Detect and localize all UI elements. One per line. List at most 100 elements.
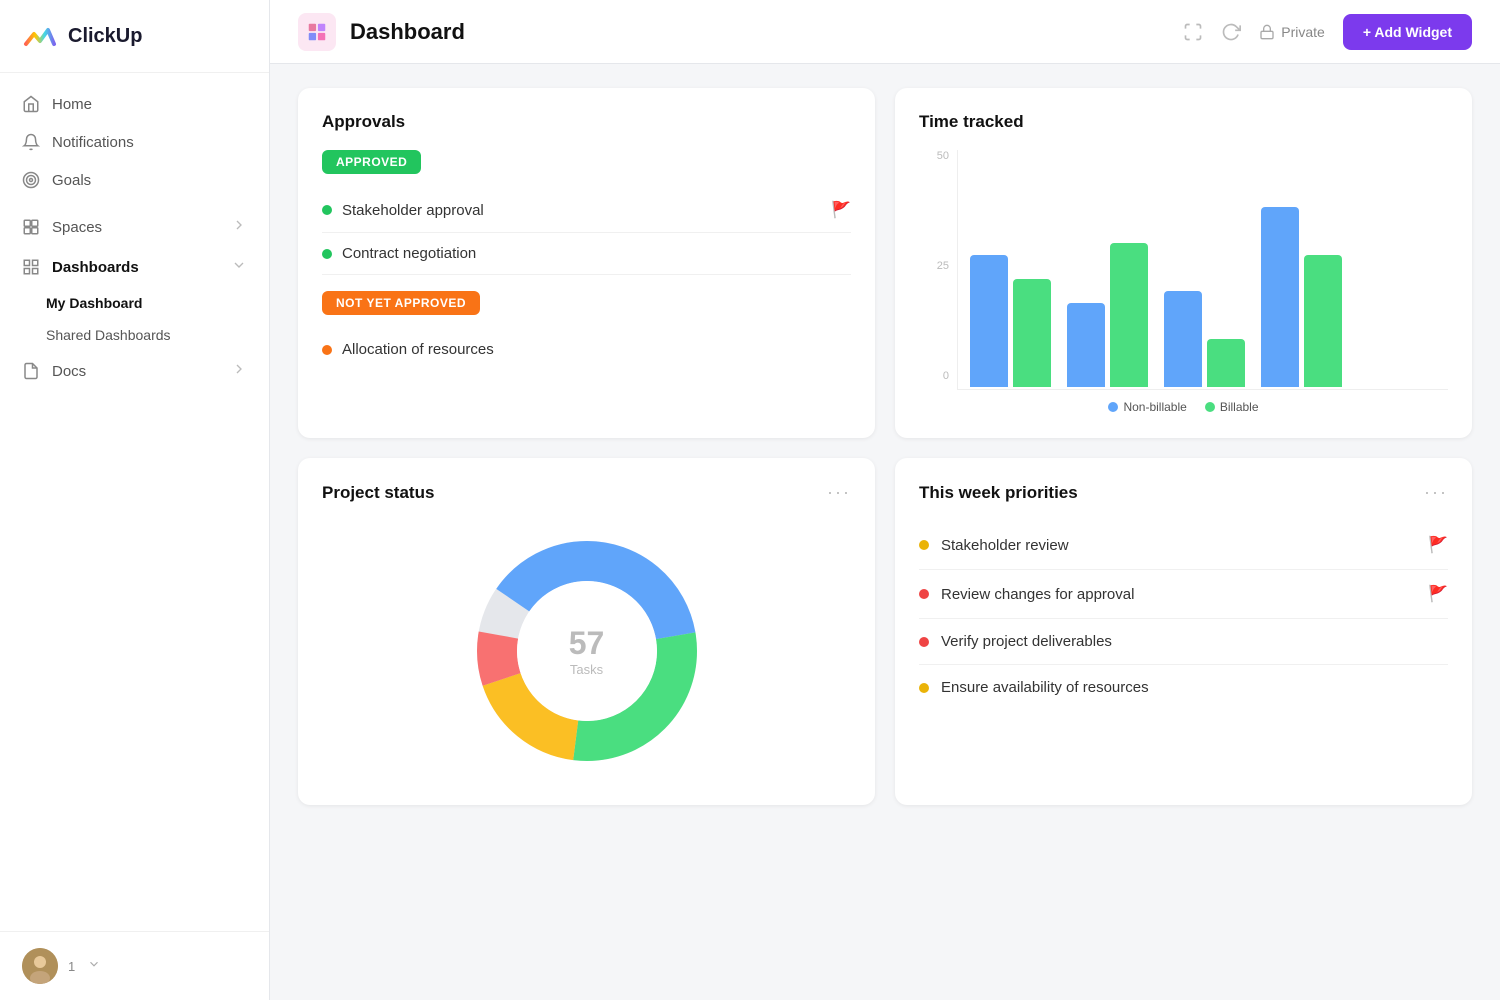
chevron-down-icon bbox=[231, 257, 247, 277]
project-status-menu-button[interactable]: ··· bbox=[827, 482, 851, 503]
donut-number: 57 bbox=[569, 625, 605, 662]
approval-label-resources: Allocation of resources bbox=[342, 341, 494, 358]
project-status-title: Project status bbox=[322, 483, 434, 503]
sidebar: ClickUp Home Notifications Goals bbox=[0, 0, 270, 1000]
legend-billable: Billable bbox=[1205, 400, 1259, 414]
legend-dot-blue bbox=[1108, 402, 1118, 412]
priority-dot-1 bbox=[919, 540, 929, 550]
dashboards-icon bbox=[22, 258, 40, 276]
bell-icon bbox=[22, 133, 40, 151]
shared-dashboards-label: Shared Dashboards bbox=[46, 327, 171, 343]
refresh-button[interactable] bbox=[1221, 22, 1241, 42]
priority-dot-4 bbox=[919, 683, 929, 693]
priority-dot-2 bbox=[919, 589, 929, 599]
target-icon bbox=[22, 171, 40, 189]
legend-dot-green bbox=[1205, 402, 1215, 412]
spaces-icon bbox=[22, 218, 40, 236]
bar-chart-area: 50 25 0 bbox=[919, 150, 1448, 390]
orange-dot bbox=[322, 345, 332, 355]
sidebar-item-notifications[interactable]: Notifications bbox=[0, 123, 269, 161]
legend-billable-label: Billable bbox=[1220, 400, 1259, 414]
sidebar-item-home[interactable]: Home bbox=[0, 85, 269, 123]
sidebar-item-goals[interactable]: Goals bbox=[0, 161, 269, 199]
add-widget-button[interactable]: + Add Widget bbox=[1343, 14, 1472, 50]
approval-item-stakeholder: Stakeholder approval 🚩 bbox=[322, 188, 851, 233]
private-badge: Private bbox=[1259, 24, 1325, 40]
home-icon bbox=[22, 95, 40, 113]
approval-item-contract: Contract negotiation bbox=[322, 233, 851, 275]
clickup-logo-icon bbox=[22, 18, 58, 54]
private-label: Private bbox=[1281, 24, 1325, 40]
priorities-header: This week priorities ··· bbox=[919, 482, 1448, 503]
approval-item-resources: Allocation of resources bbox=[322, 329, 851, 370]
chart-legend: Non-billable Billable bbox=[919, 400, 1448, 414]
priorities-menu-button[interactable]: ··· bbox=[1424, 482, 1448, 503]
bar-non-billable-3 bbox=[1164, 291, 1202, 387]
y-label-0: 0 bbox=[943, 370, 949, 382]
notifications-label: Notifications bbox=[52, 134, 134, 151]
project-status-header: Project status ··· bbox=[322, 482, 851, 503]
not-approved-badge: NOT YET APPROVED bbox=[322, 291, 480, 315]
priority-item-2: Review changes for approval 🚩 bbox=[919, 570, 1448, 619]
fullscreen-button[interactable] bbox=[1183, 22, 1203, 42]
bar-non-billable-4 bbox=[1261, 207, 1299, 387]
green-dot bbox=[322, 205, 332, 215]
flag-icon: 🚩 bbox=[831, 200, 851, 220]
donut-tasks-label: Tasks bbox=[569, 662, 605, 677]
main-content: Dashboard Private + Add Widget Approvals bbox=[270, 0, 1500, 1000]
dashboard-grid: Approvals APPROVED Stakeholder approval … bbox=[298, 88, 1472, 805]
time-tracked-widget: Time tracked 50 25 0 bbox=[895, 88, 1472, 438]
priority-dot-3 bbox=[919, 637, 929, 647]
page-title: Dashboard bbox=[350, 19, 465, 45]
bar-billable-1 bbox=[1013, 279, 1051, 387]
bar-groups bbox=[957, 150, 1448, 390]
chevron-right-icon bbox=[231, 217, 247, 237]
priority-flag-1: 🚩 bbox=[1428, 535, 1448, 555]
bar-group-3 bbox=[1164, 291, 1245, 387]
green-dot-2 bbox=[322, 249, 332, 259]
priorities-title: This week priorities bbox=[919, 483, 1078, 503]
dashboards-label: Dashboards bbox=[52, 259, 139, 276]
header: Dashboard Private + Add Widget bbox=[270, 0, 1500, 64]
logo-text: ClickUp bbox=[68, 25, 142, 48]
avatar[interactable] bbox=[22, 948, 58, 984]
y-label-25: 25 bbox=[937, 260, 949, 272]
docs-label: Docs bbox=[52, 363, 86, 380]
user-dropdown-icon[interactable] bbox=[87, 957, 101, 976]
priority-item-1: Stakeholder review 🚩 bbox=[919, 521, 1448, 570]
approval-label-stakeholder: Stakeholder approval bbox=[342, 202, 484, 219]
priority-label-2: Review changes for approval bbox=[941, 586, 1134, 603]
y-axis: 50 25 0 bbox=[919, 150, 949, 390]
bar-non-billable-2 bbox=[1067, 303, 1105, 387]
header-right: Private + Add Widget bbox=[1183, 14, 1472, 50]
sidebar-item-my-dashboard[interactable]: My Dashboard bbox=[0, 287, 269, 319]
y-label-50: 50 bbox=[937, 150, 949, 162]
bar-billable-4 bbox=[1304, 255, 1342, 387]
goals-label: Goals bbox=[52, 172, 91, 189]
user-number: 1 bbox=[68, 959, 75, 974]
bar-group-2 bbox=[1067, 243, 1148, 387]
lock-icon bbox=[1259, 24, 1275, 40]
sidebar-item-spaces[interactable]: Spaces bbox=[0, 207, 269, 247]
legend-non-billable-label: Non-billable bbox=[1123, 400, 1186, 414]
priority-label-4: Ensure availability of resources bbox=[941, 679, 1149, 696]
donut-label: 57 Tasks bbox=[569, 625, 605, 677]
priority-item-3: Verify project deliverables bbox=[919, 619, 1448, 665]
sidebar-navigation: Home Notifications Goals Spaces bbox=[0, 73, 269, 931]
bar-group-1 bbox=[970, 255, 1051, 387]
my-dashboard-label: My Dashboard bbox=[46, 295, 142, 311]
priority-label-3: Verify project deliverables bbox=[941, 633, 1112, 650]
priorities-widget: This week priorities ··· Stakeholder rev… bbox=[895, 458, 1472, 805]
docs-icon bbox=[22, 362, 40, 380]
sidebar-item-docs[interactable]: Docs bbox=[0, 351, 269, 391]
dashboard-content: Approvals APPROVED Stakeholder approval … bbox=[270, 64, 1500, 1000]
bar-billable-3 bbox=[1207, 339, 1245, 387]
dashboard-grid-icon bbox=[306, 21, 328, 43]
sidebar-item-dashboards[interactable]: Dashboards bbox=[0, 247, 269, 287]
approvals-title: Approvals bbox=[322, 112, 851, 132]
priority-item-4: Ensure availability of resources bbox=[919, 665, 1448, 710]
sidebar-item-shared-dashboards[interactable]: Shared Dashboards bbox=[0, 319, 269, 351]
bar-non-billable-1 bbox=[970, 255, 1008, 387]
approval-label-contract: Contract negotiation bbox=[342, 245, 476, 262]
bar-group-4 bbox=[1261, 207, 1342, 387]
